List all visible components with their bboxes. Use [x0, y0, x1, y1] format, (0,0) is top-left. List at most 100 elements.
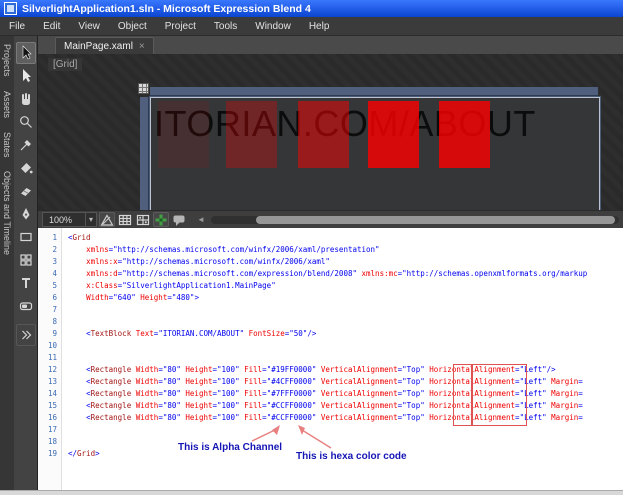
code-line-3: xmlns:x="http://schemas.microsoft.com/wi… [86, 257, 330, 266]
show-grid-icon [117, 212, 133, 228]
artboard-rectangle-alpha-CC-4[interactable] [439, 101, 490, 168]
left-rail: Projects Assets States Objects and Timeline [0, 36, 38, 490]
design-surface[interactable]: [Grid] ITORIAN.COM/ABOUT [38, 54, 623, 210]
snap-to-snaplines-button[interactable] [153, 212, 170, 228]
green-plus-icon [153, 212, 169, 228]
title-bar[interactable]: SilverlightApplication1.sln - Microsoft … [0, 0, 623, 17]
menu-item-edit[interactable]: Edit [34, 17, 69, 35]
panel-tab-assets[interactable]: Assets [2, 91, 12, 118]
snap-gridlines-icon [135, 212, 151, 228]
pen-tool[interactable] [16, 203, 36, 225]
code-line-6: Width="640" Height="480"> [86, 293, 199, 302]
breadcrumb[interactable]: [Grid] [48, 58, 83, 71]
magnifier-icon [18, 114, 34, 130]
paint-bucket-icon [18, 160, 34, 176]
line-number: 3 [52, 257, 57, 266]
line-number: 14 [47, 389, 57, 398]
rectangle-tool[interactable] [16, 226, 36, 248]
selection-arrow-icon [18, 45, 34, 61]
show-grid-button[interactable] [117, 212, 133, 227]
line-number: 5 [52, 281, 57, 290]
artboard-rectangle-alpha-7F-2[interactable] [298, 101, 349, 168]
line-number-gutter: 1 2 3 4 5 6 7 8 9 10 11 12 13 14 15 16 17 18 19 [38, 228, 62, 490]
tab-mainpage-xaml[interactable]: MainPage.xaml × [55, 37, 154, 55]
window-title: SilverlightApplication1.sln - Microsoft … [22, 2, 311, 15]
code-line-13: <Rectangle Width="80" Height="100" Fill=… [86, 377, 583, 386]
snap-toggle-button[interactable] [99, 212, 116, 228]
eraser-icon [18, 183, 34, 199]
more-tools[interactable] [15, 324, 36, 346]
artboard-rectangle-alpha-CC-3[interactable] [368, 101, 419, 168]
snap-to-gridlines-button[interactable] [135, 212, 151, 227]
menu-item-window[interactable]: Window [246, 17, 300, 35]
xaml-code-editor[interactable]: 1 2 3 4 5 6 7 8 9 10 11 12 13 14 15 16 17 18 19 <Grid xmln… [38, 228, 623, 490]
menu-item-project[interactable]: Project [156, 17, 205, 35]
hand-icon [18, 91, 34, 107]
layout-grid-tool[interactable] [16, 249, 36, 271]
menu-item-view[interactable]: View [69, 17, 109, 35]
zoom-tool[interactable] [16, 111, 36, 133]
snap-triangle-icon [99, 212, 115, 228]
pan-tool[interactable] [16, 88, 36, 110]
artboard-rectangle-alpha-19-0[interactable] [158, 101, 209, 168]
annotations-button[interactable] [171, 212, 187, 227]
hex-color-callout: This is hexa color code [296, 451, 407, 462]
line-number: 13 [47, 377, 57, 386]
menu-item-help[interactable]: Help [300, 17, 339, 35]
rectangle-icon [18, 229, 34, 245]
document-tab-strip: MainPage.xaml × [38, 36, 623, 55]
text-tool[interactable] [16, 272, 36, 294]
panel-tab-objects-and-timeline[interactable]: Objects and Timeline [2, 171, 12, 255]
menu-bar: File Edit View Object Project Tools Window Help [0, 17, 623, 36]
chevron-right-icon [18, 327, 34, 343]
grid-row-ruler[interactable] [140, 97, 149, 210]
eraser-tool[interactable] [16, 180, 36, 202]
code-line-2: xmlns="http://schemas.microsoft.com/winf… [86, 245, 380, 254]
grid-column-ruler[interactable] [150, 87, 598, 96]
expression-blend-window: { "window": { "title": "SilverlightAppli… [0, 0, 623, 495]
zoom-toolbar: 100% ▾ ◄ [38, 210, 623, 228]
paint-bucket-tool[interactable] [16, 157, 36, 179]
menu-item-file[interactable]: File [0, 17, 34, 35]
alpha-channel-callout: This is Alpha Channel [178, 442, 283, 453]
zoom-level-select[interactable]: 100% ▾ [42, 212, 98, 227]
grid-handle-icon[interactable] [138, 83, 149, 94]
menu-item-tools[interactable]: Tools [205, 17, 246, 35]
direct-selection-tool[interactable] [16, 65, 36, 87]
code-line-15: <Rectangle Width="80" Height="100" Fill=… [86, 401, 583, 410]
asset-tool[interactable] [16, 295, 36, 317]
line-number: 19 [47, 449, 57, 458]
window-bottom-edge [0, 490, 623, 495]
artboard[interactable]: ITORIAN.COM/ABOUT [150, 97, 600, 210]
speech-bubble-icon [171, 212, 187, 228]
panel-tab-projects[interactable]: Projects [2, 44, 12, 77]
pen-icon [18, 206, 34, 222]
document-column: MainPage.xaml × [Grid] ITORIAN.COM/ABOUT… [38, 36, 623, 490]
panel-tab-states[interactable]: States [2, 132, 12, 158]
line-number: 16 [47, 413, 57, 422]
line-number: 17 [47, 425, 57, 434]
line-number: 18 [47, 437, 57, 446]
line-number: 1 [52, 233, 57, 242]
tab-close-icon[interactable]: × [139, 41, 145, 52]
code-line-12: <Rectangle Width="80" Height="100" Fill=… [86, 365, 556, 374]
selection-tool[interactable] [15, 42, 36, 64]
menu-item-object[interactable]: Object [109, 17, 156, 35]
eyedropper-tool[interactable] [16, 134, 36, 156]
scrollbar-thumb[interactable] [255, 215, 615, 224]
chevron-down-icon[interactable]: ▾ [85, 213, 96, 226]
code-line-16: <Rectangle Width="80" Height="100" Fill=… [86, 413, 583, 422]
line-number: 15 [47, 401, 57, 410]
design-horizontal-scrollbar[interactable] [210, 215, 619, 224]
scrollbar-left-arrow-icon[interactable]: ◄ [197, 215, 205, 224]
control-icon [18, 298, 34, 314]
direct-selection-arrow-icon [18, 68, 34, 84]
line-number: 12 [47, 365, 57, 374]
artboard-rectangle-alpha-4C-1[interactable] [226, 101, 277, 168]
code-line-4: xmlns:d="http://schemas.microsoft.com/ex… [86, 269, 588, 278]
